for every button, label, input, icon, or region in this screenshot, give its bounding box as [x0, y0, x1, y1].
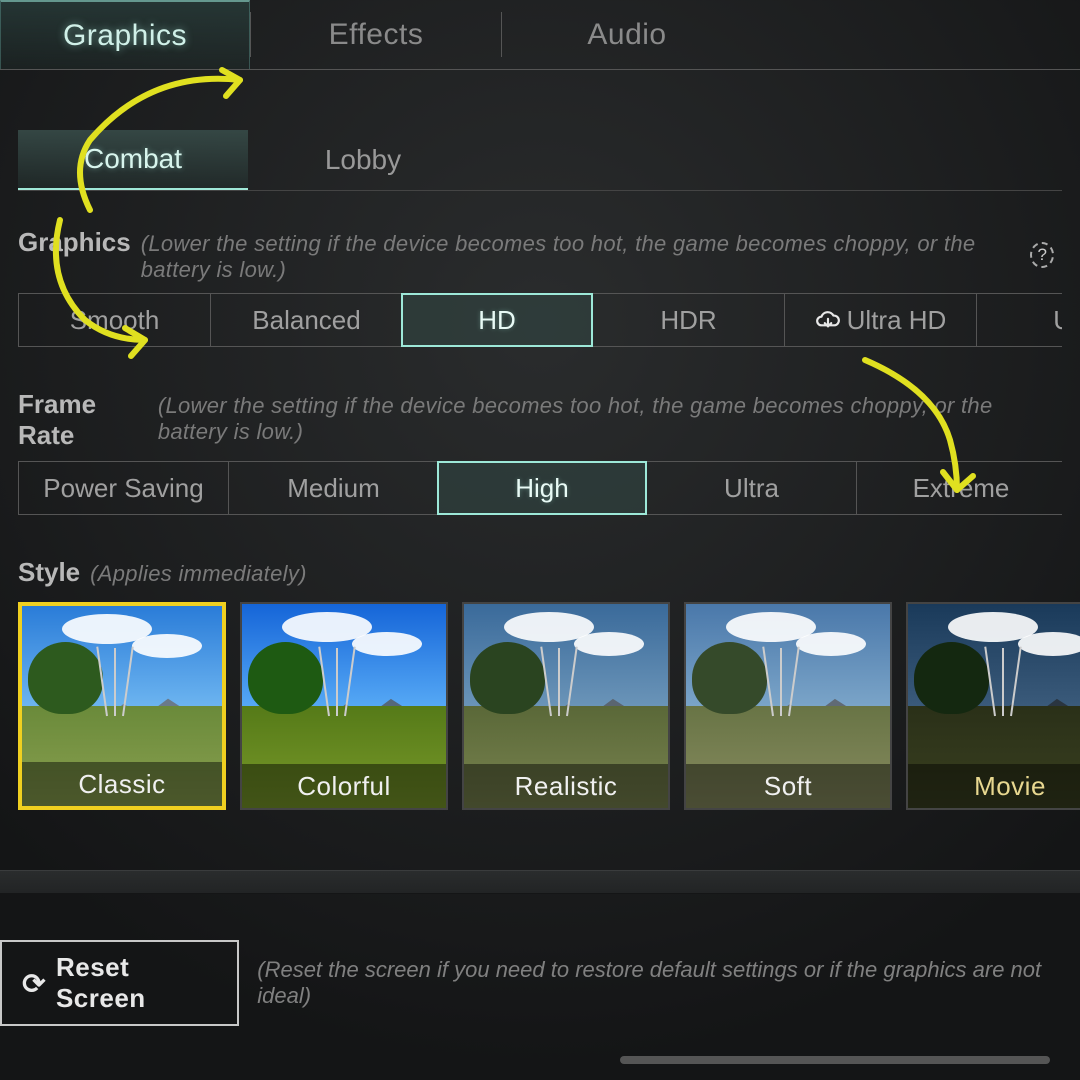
subtab-lobby[interactable]: Lobby	[248, 130, 478, 190]
style-header: Style (Applies immediately)	[18, 557, 1062, 588]
cloud-download-icon	[815, 310, 841, 330]
style-colorful[interactable]: Colorful	[240, 602, 448, 810]
style-soft[interactable]: Soft	[684, 602, 892, 810]
undo-icon: ⟲	[22, 967, 46, 1000]
style-classic[interactable]: Classic	[18, 602, 226, 810]
style-title: Style	[18, 557, 80, 588]
framerate-hint: (Lower the setting if the device becomes…	[158, 393, 1062, 445]
tab-effects[interactable]: Effects	[251, 0, 501, 69]
reset-label: Reset Screen	[56, 952, 217, 1014]
option-extreme[interactable]: Extreme	[856, 461, 1062, 515]
option-power-saving[interactable]: Power Saving	[18, 461, 228, 515]
reset-row: ⟲ Reset Screen (Reset the screen if you …	[0, 940, 1062, 1026]
help-icon[interactable]: ?	[1030, 242, 1054, 268]
option-smooth[interactable]: Smooth	[18, 293, 210, 347]
style-tiles: Classic Colorful Realistic Soft Movie	[18, 602, 1062, 810]
graphics-options: Smooth Balanced HD HDR Ultra HD UH	[18, 293, 1062, 347]
style-label: Colorful	[242, 764, 446, 808]
reset-hint: (Reset the screen if you need to restore…	[257, 957, 1062, 1009]
framerate-header: Frame Rate (Lower the setting if the dev…	[18, 389, 1062, 451]
tab-graphics[interactable]: Graphics	[0, 0, 250, 69]
option-hdr[interactable]: HDR	[592, 293, 784, 347]
style-hint: (Applies immediately)	[90, 561, 307, 587]
section-divider	[0, 870, 1080, 894]
option-uhd[interactable]: UH	[976, 293, 1062, 347]
reset-button[interactable]: ⟲ Reset Screen	[0, 940, 239, 1026]
tab-audio[interactable]: Audio	[502, 0, 752, 69]
framerate-options: Power Saving Medium High Ultra Extreme	[18, 461, 1062, 515]
graphics-title: Graphics	[18, 227, 131, 258]
framerate-title: Frame Rate	[18, 389, 148, 451]
option-balanced[interactable]: Balanced	[210, 293, 402, 347]
graphics-hint: (Lower the setting if the device becomes…	[141, 231, 1021, 283]
style-realistic[interactable]: Realistic	[462, 602, 670, 810]
option-ultra-hd[interactable]: Ultra HD	[784, 293, 976, 347]
style-label: Classic	[22, 762, 222, 806]
subtab-combat[interactable]: Combat	[18, 130, 248, 190]
style-label: Realistic	[464, 764, 668, 808]
style-label: Movie	[908, 764, 1080, 808]
style-label: Soft	[686, 764, 890, 808]
sub-tab-bar: Combat Lobby	[18, 130, 1062, 191]
top-tab-bar: Graphics Effects Audio	[0, 0, 1080, 70]
option-high[interactable]: High	[437, 461, 647, 515]
option-hd[interactable]: HD	[401, 293, 593, 347]
option-ultra-hd-label: Ultra HD	[847, 305, 947, 336]
option-ultra[interactable]: Ultra	[646, 461, 856, 515]
horizontal-scrollbar[interactable]	[620, 1056, 1050, 1064]
graphics-header: Graphics (Lower the setting if the devic…	[18, 227, 1062, 283]
style-movie[interactable]: Movie	[906, 602, 1080, 810]
option-medium[interactable]: Medium	[228, 461, 438, 515]
